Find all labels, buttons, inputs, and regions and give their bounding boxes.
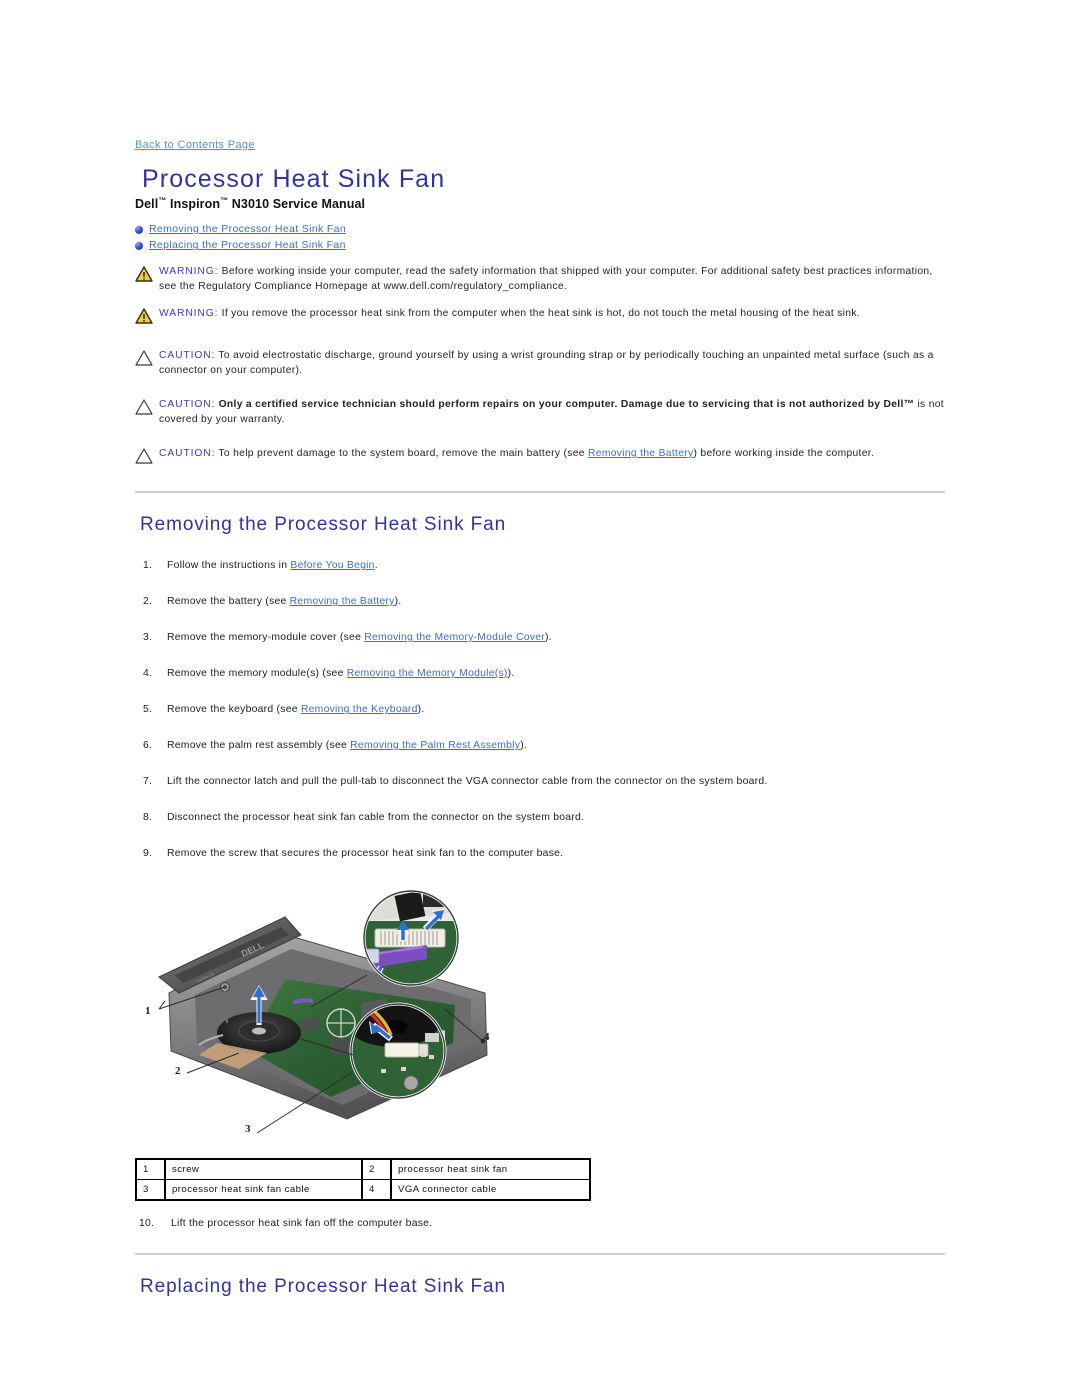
notice-label: CAUTION: [159,399,216,411]
legend-label: VGA connector cable [390,1179,590,1201]
table-row: 3 processor heat sink fan cable 4 VGA co… [135,1179,590,1201]
step-text-before: Disconnect the processor heat sink fan c… [167,812,585,824]
table-row: 1 screw 2 processor heat sink fan [135,1158,590,1181]
list-item: Follow the instructions in Before You Be… [135,559,947,573]
bullet-sphere-icon [135,225,143,234]
caution-text: CAUTION: To help prevent damage to the s… [159,447,874,462]
toc-link-removing[interactable]: Removing the Processor Heat Sink Fan [149,223,346,236]
step-text-before: Lift the connector latch and pull the pu… [167,776,768,788]
step-link[interactable]: Removing the Palm Rest Assembly [350,740,520,751]
figure-legend-table: 1 screw 2 processor heat sink fan 3 proc… [135,1158,591,1202]
bullet-sphere-icon [135,241,143,250]
caution-notice: CAUTION: To avoid electrostatic discharg… [135,349,947,378]
caution-text: CAUTION: To avoid electrostatic discharg… [159,349,947,378]
subtitle-model: Inspiron [166,197,221,212]
list-item: Lift the connector latch and pull the pu… [135,775,947,789]
step-text-before: Remove the keyboard (see [167,704,301,716]
step-text-after: . [374,560,378,572]
legend-number: 1 [135,1158,166,1181]
caution-text: CAUTION: Only a certified service techni… [159,398,947,427]
legend-label: processor heat sink fan cable [164,1179,363,1201]
callout-number-4: 4 [484,1031,490,1044]
step-text-before: Remove the battery (see [167,596,290,608]
figure-processor-heat-sink-fan: DELL INSPIRON 1 2 3 4 [135,883,555,1148]
notice-body: To avoid electrostatic discharge, ground… [159,350,934,376]
notice-label: CAUTION: [159,350,216,362]
step-text: Lift the processor heat sink fan off the… [171,1218,433,1230]
warning-text: WARNING: Before working inside your comp… [159,265,947,294]
toc-link-replacing[interactable]: Replacing the Processor Heat Sink Fan [149,239,346,252]
step-number: 10. [139,1218,155,1230]
list-item[interactable]: Removing the Processor Heat Sink Fan [135,223,947,236]
step-text-before: Remove the memory module(s) (see [167,668,347,680]
step-text-after: ). [394,596,402,608]
notice-body-after-link: ) before working inside the computer. [693,448,875,460]
step-text-before: Remove the palm rest assembly (see [167,740,351,752]
caution-notice: CAUTION: To help prevent damage to the s… [135,447,947,469]
warning-text: WARNING: If you remove the processor hea… [159,307,860,322]
step-link[interactable]: Removing the Memory Module(s) [347,668,508,679]
list-item: Remove the memory module(s) (see Removin… [135,667,947,681]
list-item: Remove the palm rest assembly (see Remov… [135,739,947,753]
list-item: Remove the screw that secures the proces… [135,847,947,861]
warning-notice: WARNING: Before working inside your comp… [135,265,947,294]
notice-body-before-link: To help prevent damage to the system boa… [215,448,589,460]
caution-triangle-icon [135,399,153,420]
back-to-contents-link[interactable]: Back to Contents Page [135,138,255,152]
subtitle-suffix: N3010 Service Manual [228,197,366,212]
list-item: Remove the keyboard (see Removing the Ke… [135,703,947,717]
notice-body: Before working inside your computer, rea… [159,266,933,292]
warning-notice: WARNING: If you remove the processor hea… [135,307,947,329]
notice-body-bold: Only a certified service technician shou… [215,399,915,411]
list-item: Remove the memory-module cover (see Remo… [135,631,947,645]
legend-number: 3 [135,1179,166,1201]
callout-number-2: 2 [175,1065,181,1078]
notice-label: WARNING: [159,308,219,320]
document-page: Back to Contents Page Processor Heat Sin… [135,0,947,1299]
section-heading-replacing: Replacing the Processor Heat Sink Fan [140,1276,506,1298]
step-text-before: Follow the instructions in [167,560,291,572]
step-link[interactable]: Removing the Keyboard [301,704,418,715]
step-text-after: ). [520,740,528,752]
warning-triangle-icon [135,308,153,329]
section-heading-removing: Removing the Processor Heat Sink Fan [140,514,507,536]
legend-number: 2 [361,1158,392,1181]
step-link[interactable]: Removing the Memory-Module Cover [364,632,545,643]
legend-number: 4 [361,1179,392,1201]
table-of-contents: Removing the Processor Heat Sink Fan Rep… [135,223,947,252]
step-text-after: ). [417,704,425,716]
callout-number-1: 1 [145,1005,151,1018]
caution-notice: CAUTION: Only a certified service techni… [135,398,947,427]
step-link[interactable]: Before You Begin [290,560,374,571]
step-text-after: ). [507,668,515,680]
page-title: Processor Heat Sink Fan [142,165,446,193]
list-item: Disconnect the processor heat sink fan c… [135,811,947,825]
page-subtitle: Dell™ Inspiron™ N3010 Service Manual [135,196,947,211]
caution-triangle-icon [135,350,153,371]
legend-label: processor heat sink fan [390,1158,590,1181]
legend-label: screw [164,1158,363,1181]
callout-number-3: 3 [245,1123,251,1136]
notice-label: CAUTION: [159,448,216,460]
divider [135,491,945,494]
removing-the-battery-link[interactable]: Removing the Battery [588,448,693,459]
warning-triangle-icon [135,266,153,287]
step-text-after: ). [544,632,552,644]
notice-body: If you remove the processor heat sink fr… [218,308,860,320]
caution-triangle-icon [135,448,153,469]
step-text-before: Remove the screw that secures the proces… [167,848,564,860]
subtitle-brand: Dell [135,197,159,212]
divider [135,1253,945,1256]
notice-label: WARNING: [159,266,219,278]
step-text-before: Remove the memory-module cover (see [167,632,365,644]
list-item-step-10: 10. Lift the processor heat sink fan off… [135,1217,947,1231]
list-item[interactable]: Replacing the Processor Heat Sink Fan [135,239,947,252]
list-item: Remove the battery (see Removing the Bat… [135,595,947,609]
step-link[interactable]: Removing the Battery [290,596,395,607]
removal-steps-list: Follow the instructions in Before You Be… [135,559,947,861]
laptop-base-illustration: DELL INSPIRON [158,889,488,1134]
